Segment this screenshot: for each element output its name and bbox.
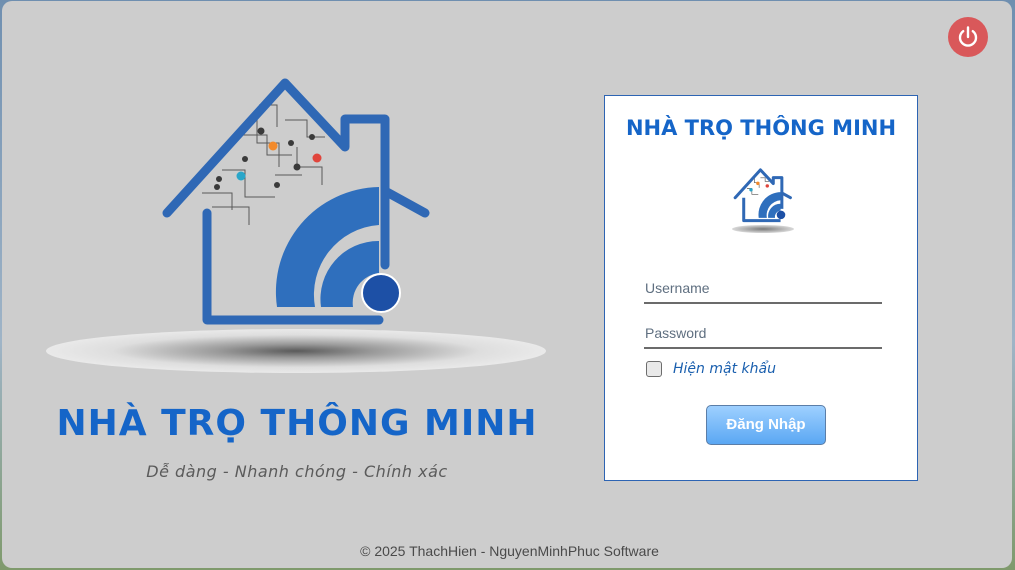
login-window: NHÀ TRỌ THÔNG MINH Dễ dàng - Nhanh chóng… <box>2 1 1012 568</box>
username-input[interactable] <box>644 274 882 304</box>
small-house-logo <box>733 168 792 223</box>
show-password-label: Hiện mật khẩu <box>673 361 776 377</box>
brand-title: NHÀ TRỌ THÔNG MINH <box>56 403 538 444</box>
logo-shadow <box>46 329 546 373</box>
small-logo-shadow <box>732 225 794 233</box>
smart-house-logo <box>162 78 430 325</box>
login-title: NHÀ TRỌ THÔNG MINH <box>625 116 897 140</box>
power-button[interactable] <box>948 17 988 57</box>
power-icon <box>958 26 978 47</box>
login-button[interactable]: Đăng Nhập <box>706 405 826 445</box>
show-password-checkbox[interactable] <box>646 361 662 377</box>
login-card: NHÀ TRỌ THÔNG MINH Hiện mật khẩu Đăng Nh <box>604 95 918 481</box>
password-input[interactable] <box>644 319 882 349</box>
brand-tagline: Dễ dàng - Nhanh chóng - Chính xác <box>146 462 448 481</box>
footer-copyright: © 2025 ThachHien - NguyenMinhPhuc Softwa… <box>360 543 659 559</box>
